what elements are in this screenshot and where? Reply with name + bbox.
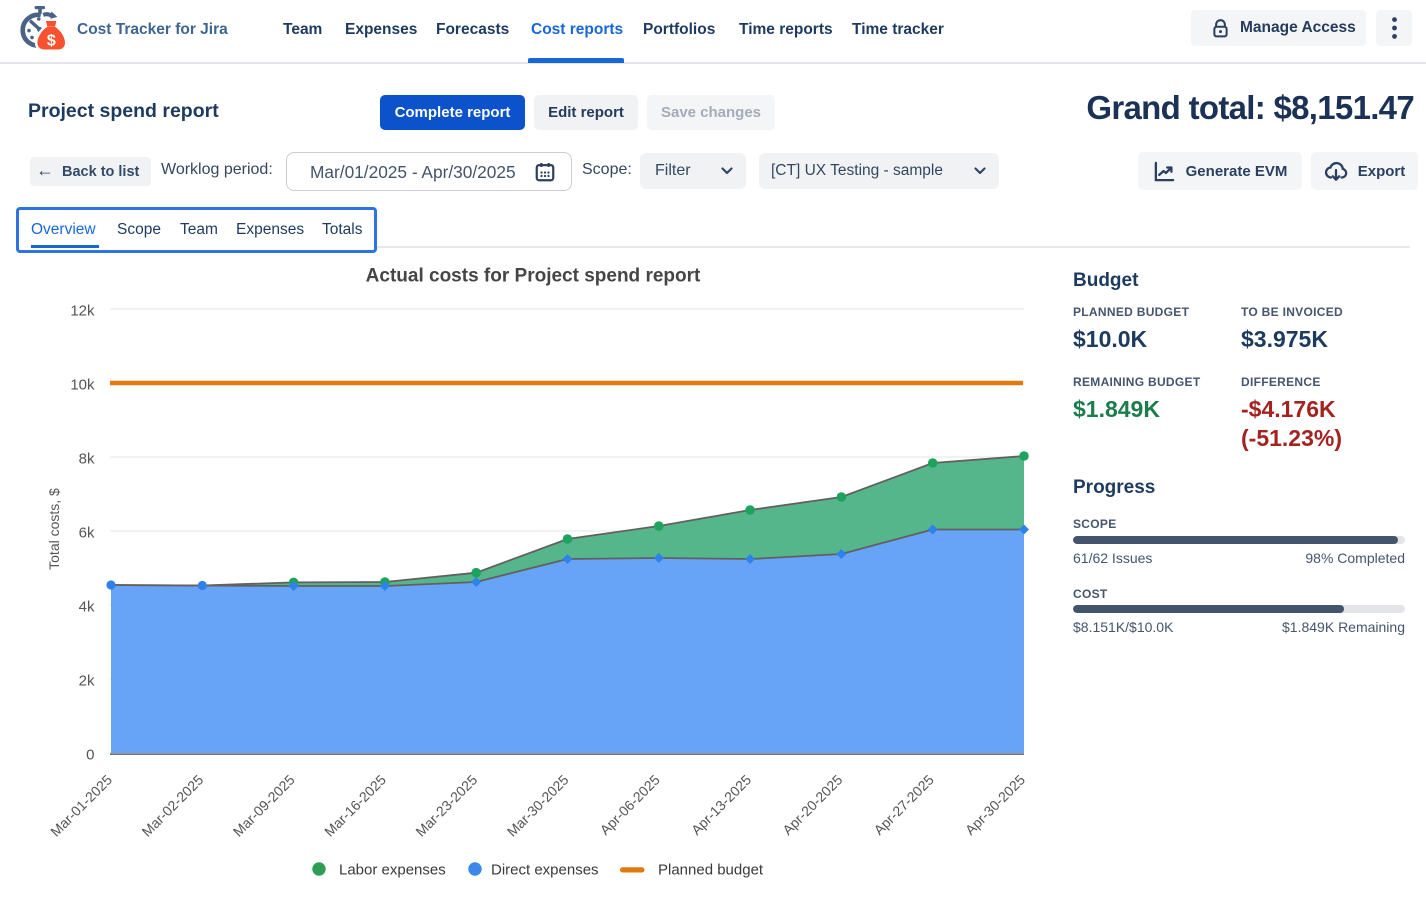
svg-text:Mar-30-2025: Mar-30-2025 <box>504 771 572 839</box>
svg-text:12k: 12k <box>70 303 95 320</box>
svg-text:Mar-23-2025: Mar-23-2025 <box>412 771 480 839</box>
svg-text:Apr-20-2025: Apr-20-2025 <box>779 771 845 837</box>
svg-text:Mar-01-2025: Mar-01-2025 <box>47 771 115 839</box>
svg-text:$: $ <box>47 33 56 50</box>
svg-text:Mar-02-2025: Mar-02-2025 <box>138 771 206 839</box>
svg-text:Mar-09-2025: Mar-09-2025 <box>230 771 298 839</box>
svg-text:Apr-06-2025: Apr-06-2025 <box>597 771 663 837</box>
svg-text:0: 0 <box>86 747 94 764</box>
svg-text:Mar-16-2025: Mar-16-2025 <box>321 771 389 839</box>
svg-text:Apr-27-2025: Apr-27-2025 <box>870 771 936 837</box>
svg-text:Apr-13-2025: Apr-13-2025 <box>688 771 754 837</box>
svg-text:2k: 2k <box>79 673 95 690</box>
svg-text:Labor expenses: Labor expenses <box>339 862 446 879</box>
svg-text:Direct expenses: Direct expenses <box>491 862 599 879</box>
svg-text:Actual costs for Project spend: Actual costs for Project spend report <box>366 266 701 287</box>
svg-text:10k: 10k <box>70 377 95 394</box>
svg-text:4k: 4k <box>79 599 95 616</box>
svg-text:Planned budget: Planned budget <box>658 862 764 879</box>
svg-text:8k: 8k <box>79 451 95 468</box>
svg-text:Total costs, $: Total costs, $ <box>46 488 62 570</box>
svg-text:6k: 6k <box>79 525 95 542</box>
svg-text:Apr-30-2025: Apr-30-2025 <box>962 771 1028 837</box>
